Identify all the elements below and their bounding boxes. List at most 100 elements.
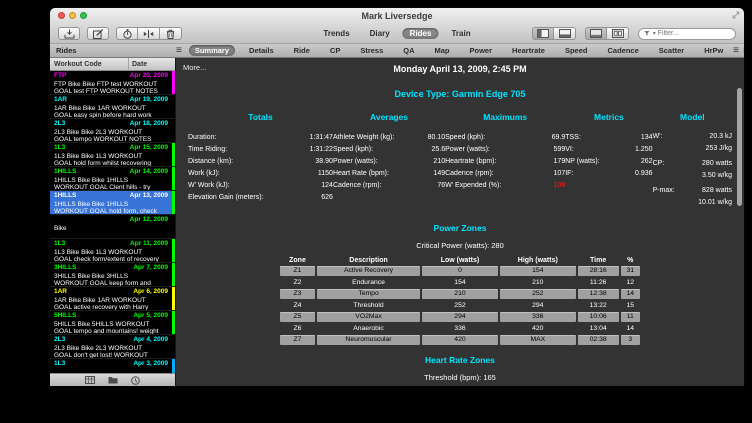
- workout-desc-line1: Bike: [54, 225, 168, 233]
- chart-tab[interactable]: Heartrate: [506, 45, 551, 56]
- zone-cell: Z5: [280, 312, 315, 322]
- view-tab[interactable]: Trends: [316, 28, 356, 39]
- model-value-1: 828 watts: [698, 186, 732, 196]
- chart-tab[interactable]: Ride: [288, 45, 316, 56]
- workout-date: Apr 5, 2009: [133, 312, 168, 321]
- zoom-button[interactable]: [80, 12, 87, 19]
- close-button[interactable]: [58, 12, 65, 19]
- stat-label: VI:: [565, 144, 574, 156]
- single-layout-button[interactable]: [585, 27, 607, 40]
- stat-value: 108: [548, 180, 566, 192]
- ride-list-item[interactable]: 1L3 Apr 15, 2009 1L3 Bike Bike 1L3 WORKO…: [50, 143, 175, 167]
- window-chrome: Mark Liversedge: [50, 8, 744, 43]
- workout-code: 1L3: [54, 144, 65, 153]
- stat-value: 262: [635, 156, 653, 168]
- stat-value: 179: [548, 156, 566, 168]
- ride-list-item[interactable]: 1L3 Apr 11, 2009 1L3 Bike Bike 1L3 WORKO…: [50, 239, 175, 263]
- stat-row: Cadence (rpm): 76: [333, 180, 445, 192]
- chart-tab[interactable]: Details: [243, 45, 280, 56]
- compose-button[interactable]: [87, 27, 109, 40]
- chart-tab[interactable]: Stress: [354, 45, 389, 56]
- ride-list-item[interactable]: 1AR Apr 6, 2009 1AR Bike Bike 1AR WORKOU…: [50, 287, 175, 311]
- folder-icon[interactable]: [108, 376, 118, 384]
- view-switcher: Trends Diary Rides Train: [316, 28, 477, 39]
- stat-row: Athlete Weight (kg): 80.10: [333, 132, 445, 144]
- description-cell: Threshold: [317, 301, 420, 311]
- chart-tab[interactable]: Power: [464, 45, 499, 56]
- high-cell: 154: [500, 266, 576, 276]
- header-description: Description: [317, 257, 420, 264]
- description-cell: Active Recovery: [317, 266, 420, 276]
- clock-icon[interactable]: [131, 376, 140, 385]
- averages-column: Averages Athlete Weight (kg): 80.10 Spee…: [333, 112, 445, 213]
- workout-date: Apr 20, 2009: [130, 72, 168, 81]
- stat-label: Heartrate (bpm):: [445, 156, 496, 168]
- model-row: P-max: 828 watts 10.01 w/kg: [653, 186, 732, 208]
- workout-desc-line2: GOAL test FTP WORKOUT NOTES: [54, 88, 168, 95]
- workout-code: 1L3: [54, 240, 65, 249]
- ride-list-item[interactable]: Apr 12, 2009 Bike: [50, 215, 175, 239]
- stat-label: W' Expended (%):: [445, 180, 501, 192]
- ride-list-header[interactable]: Workout Code Date: [50, 58, 175, 71]
- more-link[interactable]: More...: [183, 63, 206, 72]
- ride-list-item[interactable]: FTP Apr 20, 2009 FTP Bike Bike FTP test …: [50, 71, 175, 95]
- import-button[interactable]: [58, 27, 80, 40]
- time-cell: 13:22: [578, 301, 619, 311]
- tabbar-overflow-icon[interactable]: ≡: [733, 46, 739, 56]
- column-header-date[interactable]: Date: [129, 61, 175, 68]
- chart-tab[interactable]: CP: [324, 45, 346, 56]
- chart-tab[interactable]: Map: [429, 45, 456, 56]
- ride-list-item[interactable]: 1L3 Apr 3, 2009: [50, 359, 175, 373]
- stat-row: Heartrate (bpm): 179: [445, 156, 565, 168]
- stat-value: 38.90: [309, 156, 333, 168]
- stat-value: 210: [427, 156, 445, 168]
- chart-tab[interactable]: Scatter: [653, 45, 690, 56]
- bottombar-toggle-button[interactable]: [554, 27, 576, 40]
- vertical-scrollbar[interactable]: [737, 88, 742, 206]
- ride-list-item[interactable]: 3HILLS Apr 7, 2009 3HILLS Bike Bike 3HIL…: [50, 263, 175, 287]
- chart-tab[interactable]: QA: [397, 45, 420, 56]
- workout-color-stripe: [172, 143, 175, 166]
- resize-icon[interactable]: [732, 11, 740, 19]
- view-tab[interactable]: Train: [444, 28, 477, 39]
- tiled-layout-button[interactable]: [607, 27, 629, 40]
- ride-list-item[interactable]: 1HILLS Apr 13, 2009 1HILLS Bike Bike 1HI…: [50, 191, 175, 215]
- titlebar[interactable]: Mark Liversedge: [50, 8, 744, 24]
- model-value-1: 280 watts: [702, 159, 732, 169]
- ride-list-item[interactable]: 2L3 Apr 18, 2009 2L3 Bike Bike 2L3 WORKO…: [50, 119, 175, 143]
- view-tab[interactable]: Rides: [403, 28, 439, 39]
- hr-zones-title: Heart Rate Zones: [188, 355, 732, 365]
- workout-color-stripe: [172, 263, 175, 286]
- ride-list-item[interactable]: 2L3 Apr 4, 2009 2L3 Bike Bike 2L3 WORKOU…: [50, 335, 175, 359]
- stat-value: 0.936: [629, 168, 653, 180]
- app-window: Mark Liversedge: [50, 8, 744, 386]
- ride-list-item[interactable]: 1HILLS Apr 14, 2009 1HILLS Bike Bike 1HI…: [50, 167, 175, 191]
- ride-list-item[interactable]: 1AR Apr 19, 2009 1AR Bike Bike 1AR WORKO…: [50, 95, 175, 119]
- chart-tab[interactable]: Speed: [559, 45, 594, 56]
- zone-cell: Z1: [280, 266, 315, 276]
- chart-tab[interactable]: HrPw: [698, 45, 729, 56]
- calendar-grid-icon[interactable]: [85, 376, 95, 384]
- chart-tab[interactable]: Cadence: [601, 45, 644, 56]
- stat-value: 149: [427, 168, 445, 180]
- low-cell: 294: [422, 312, 498, 322]
- intervals-button[interactable]: [138, 27, 160, 40]
- tabbar-menu-icon[interactable]: ≡: [176, 46, 182, 56]
- trash-button[interactable]: [160, 27, 182, 40]
- filter-input[interactable]: [658, 30, 730, 37]
- workout-date: Apr 13, 2009: [130, 192, 168, 201]
- minimize-button[interactable]: [69, 12, 76, 19]
- description-cell: Neuromuscular: [317, 335, 420, 345]
- ride-list-item[interactable]: 5HILLS Apr 5, 2009 5HILLS Bike 5HILLS WO…: [50, 311, 175, 335]
- workout-color-stripe: [172, 239, 175, 262]
- power-zones-rows: Z1 Active Recovery 0 154 28:16 31 Z2 End…: [280, 266, 640, 345]
- sidebar-toggle-button[interactable]: [532, 27, 554, 40]
- filter-field[interactable]: ▾: [638, 28, 736, 40]
- totals-column: Totals Duration: 1:31:47 Time Riding: 1:…: [188, 112, 333, 213]
- view-tab[interactable]: Diary: [363, 28, 397, 39]
- column-header-code[interactable]: Workout Code: [50, 58, 129, 70]
- stopwatch-button[interactable]: [116, 27, 138, 40]
- chart-tab[interactable]: Summary: [189, 45, 235, 56]
- stat-label: Time Riding:: [188, 144, 227, 156]
- description-cell: VO2Max: [317, 312, 420, 322]
